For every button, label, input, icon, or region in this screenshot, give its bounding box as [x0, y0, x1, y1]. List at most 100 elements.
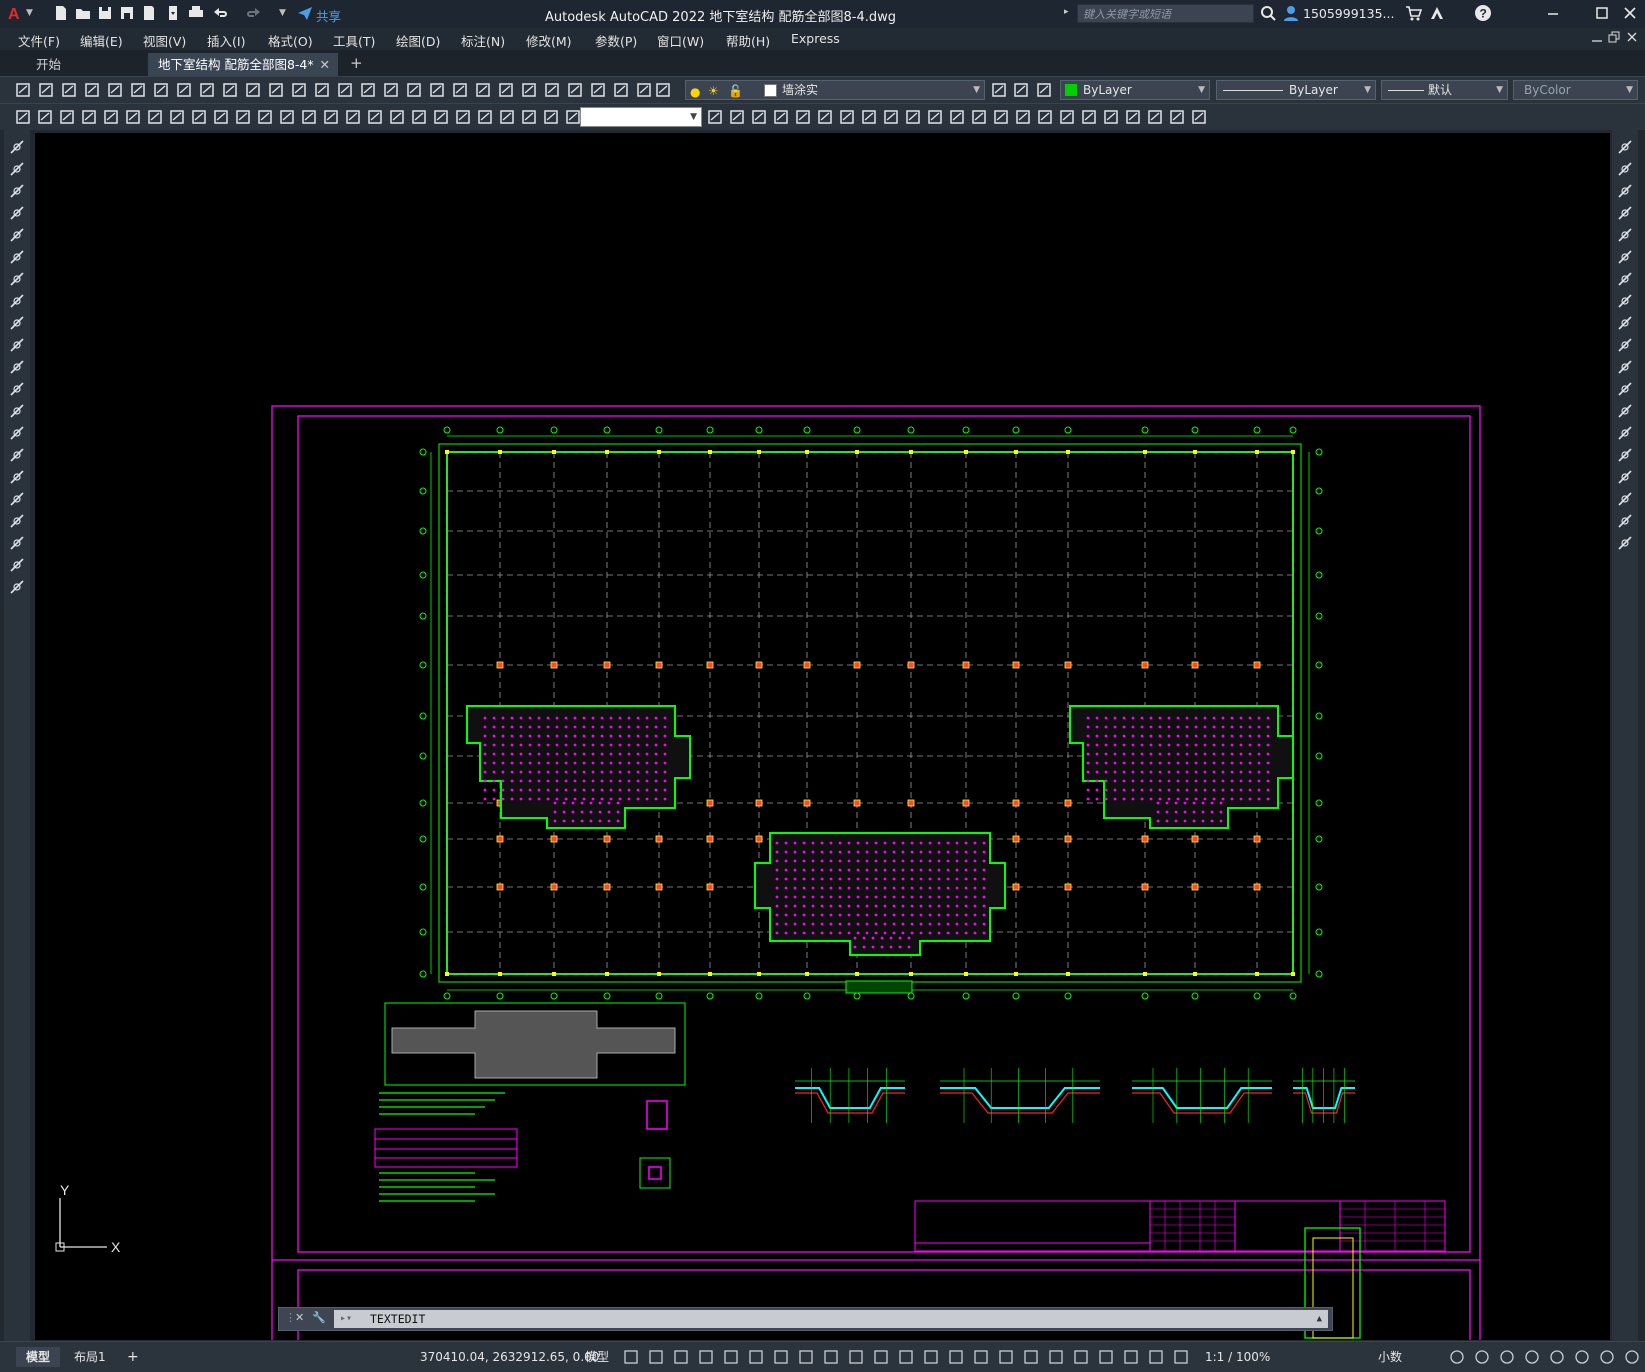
- dimension-tool-icon[interactable]: [476, 108, 494, 126]
- tab-model[interactable]: 模型: [16, 1347, 61, 1367]
- standard-tool-icon[interactable]: [60, 81, 78, 99]
- user-icon[interactable]: [1282, 4, 1300, 22]
- status-toggle-icon[interactable]: [947, 1348, 965, 1366]
- standard-tool-icon[interactable]: [612, 81, 630, 99]
- standard-tool-icon[interactable]: [990, 81, 1008, 99]
- standard-tool-icon[interactable]: [474, 81, 492, 99]
- menu-format[interactable]: 格式(O): [268, 31, 313, 50]
- modify-tool-icon[interactable]: [1616, 446, 1634, 464]
- menu-parametric[interactable]: 参数(P): [595, 31, 637, 50]
- modify-tool-icon[interactable]: [1616, 248, 1634, 266]
- draw-tool-icon[interactable]: [8, 446, 26, 464]
- new-tab-button[interactable]: +: [350, 54, 363, 72]
- lineweight-dropdown[interactable]: 默认 ▼: [1381, 80, 1508, 100]
- dimension-tool-icon[interactable]: [146, 108, 164, 126]
- standard-tool-icon[interactable]: [405, 81, 423, 99]
- dimension-tool-icon[interactable]: [992, 108, 1010, 126]
- modify-tool-icon[interactable]: [1616, 380, 1634, 398]
- dimension-tool-icon[interactable]: [772, 108, 790, 126]
- status-toggle-icon[interactable]: [1022, 1348, 1040, 1366]
- qat-customize-chevron-icon[interactable]: ▼: [279, 8, 289, 26]
- standard-tool-icon[interactable]: [1012, 81, 1030, 99]
- draw-tool-icon[interactable]: [8, 336, 26, 354]
- dimension-tool-icon[interactable]: [256, 108, 274, 126]
- standard-tool-icon[interactable]: [543, 81, 561, 99]
- dimension-tool-icon[interactable]: [124, 108, 142, 126]
- status-toggle-icon[interactable]: [747, 1348, 765, 1366]
- status-toggle-icon[interactable]: [1598, 1348, 1616, 1366]
- modify-tool-icon[interactable]: [1616, 314, 1634, 332]
- draw-tool-icon[interactable]: [8, 578, 26, 596]
- menu-window[interactable]: 窗口(W): [657, 31, 704, 50]
- autocad-app-icon[interactable]: A: [6, 4, 24, 23]
- dimension-tool-icon[interactable]: [728, 108, 746, 126]
- status-toggle-icon[interactable]: [772, 1348, 790, 1366]
- dimension-tool-icon[interactable]: [234, 108, 252, 126]
- customize-wrench-icon[interactable]: 🔧: [312, 1311, 326, 1324]
- dimension-tool-icon[interactable]: [102, 108, 120, 126]
- status-toggle-icon[interactable]: [1473, 1348, 1491, 1366]
- dimension-tool-icon[interactable]: [278, 108, 296, 126]
- doc-restore-icon[interactable]: [1607, 30, 1621, 47]
- share-icon[interactable]: [296, 4, 314, 22]
- standard-tool-icon[interactable]: [221, 81, 239, 99]
- dimension-tool-icon[interactable]: [388, 108, 406, 126]
- dimension-tool-icon[interactable]: [1124, 108, 1142, 126]
- dimension-tool-icon[interactable]: [1080, 108, 1098, 126]
- status-toggle-icon[interactable]: [1072, 1348, 1090, 1366]
- dimension-tool-icon[interactable]: [14, 108, 32, 126]
- layer-dropdown[interactable]: ● ☀ 🔓 墙涂实 ▼: [685, 80, 985, 100]
- standard-tool-icon[interactable]: [290, 81, 308, 99]
- status-toggle-icon[interactable]: [1172, 1348, 1190, 1366]
- units-display[interactable]: 小数: [1368, 1347, 1412, 1367]
- standard-tool-icon[interactable]: [198, 81, 216, 99]
- menu-modify[interactable]: 修改(M): [526, 31, 572, 50]
- save-as-icon[interactable]: [118, 4, 136, 22]
- dimension-tool-icon[interactable]: [432, 108, 450, 126]
- linetype-dropdown[interactable]: ByLayer ▼: [1216, 80, 1376, 100]
- doc-close-icon[interactable]: [1625, 30, 1639, 47]
- dimension-tool-icon[interactable]: [1190, 108, 1208, 126]
- modify-tool-icon[interactable]: [1616, 292, 1634, 310]
- status-toggle-icon[interactable]: [972, 1348, 990, 1366]
- status-toggle-icon[interactable]: [1122, 1348, 1140, 1366]
- undo-icon[interactable]: [211, 4, 229, 22]
- close-icon[interactable]: [1621, 4, 1639, 22]
- modify-tool-icon[interactable]: [1616, 160, 1634, 178]
- close-icon[interactable]: ✕: [295, 1311, 304, 1324]
- modify-tool-icon[interactable]: [1616, 512, 1634, 530]
- model-space-toggle[interactable]: 模型: [575, 1347, 619, 1367]
- status-toggle-icon[interactable]: [797, 1348, 815, 1366]
- color-dropdown[interactable]: ByLayer ▼: [1060, 80, 1210, 100]
- draw-tool-icon[interactable]: [8, 204, 26, 222]
- modify-tool-icon[interactable]: [1616, 490, 1634, 508]
- standard-tool-icon[interactable]: [313, 81, 331, 99]
- dimension-tool-icon[interactable]: [542, 108, 560, 126]
- status-toggle-icon[interactable]: [647, 1348, 665, 1366]
- standard-tool-icon[interactable]: [37, 81, 55, 99]
- standard-tool-icon[interactable]: [654, 81, 672, 99]
- menu-view[interactable]: 视图(V): [143, 31, 186, 50]
- menu-dimension[interactable]: 标注(N): [461, 31, 505, 50]
- standard-tool-icon[interactable]: [382, 81, 400, 99]
- status-toggle-icon[interactable]: [672, 1348, 690, 1366]
- status-toggle-icon[interactable]: [997, 1348, 1015, 1366]
- status-toggle-icon[interactable]: [622, 1348, 640, 1366]
- plotstyle-dropdown[interactable]: ByColor ▼: [1513, 80, 1638, 100]
- menu-draw[interactable]: 绘图(D): [396, 31, 440, 50]
- dimension-tool-icon[interactable]: [816, 108, 834, 126]
- standard-tool-icon[interactable]: [129, 81, 147, 99]
- standard-tool-icon[interactable]: [106, 81, 124, 99]
- doc-minimize-icon[interactable]: [1590, 30, 1604, 47]
- dimension-tool-icon[interactable]: [410, 108, 428, 126]
- dimension-tool-icon[interactable]: [498, 108, 516, 126]
- dimension-tool-icon[interactable]: [520, 108, 538, 126]
- menu-insert[interactable]: 插入(I): [207, 31, 245, 50]
- dimension-tool-icon[interactable]: [882, 108, 900, 126]
- redo-icon[interactable]: [245, 4, 263, 22]
- dimension-tool-icon[interactable]: [58, 108, 76, 126]
- menu-edit[interactable]: 编辑(E): [80, 31, 123, 50]
- status-toggle-icon[interactable]: [847, 1348, 865, 1366]
- draw-tool-icon[interactable]: [8, 358, 26, 376]
- status-toggle-icon[interactable]: [1573, 1348, 1591, 1366]
